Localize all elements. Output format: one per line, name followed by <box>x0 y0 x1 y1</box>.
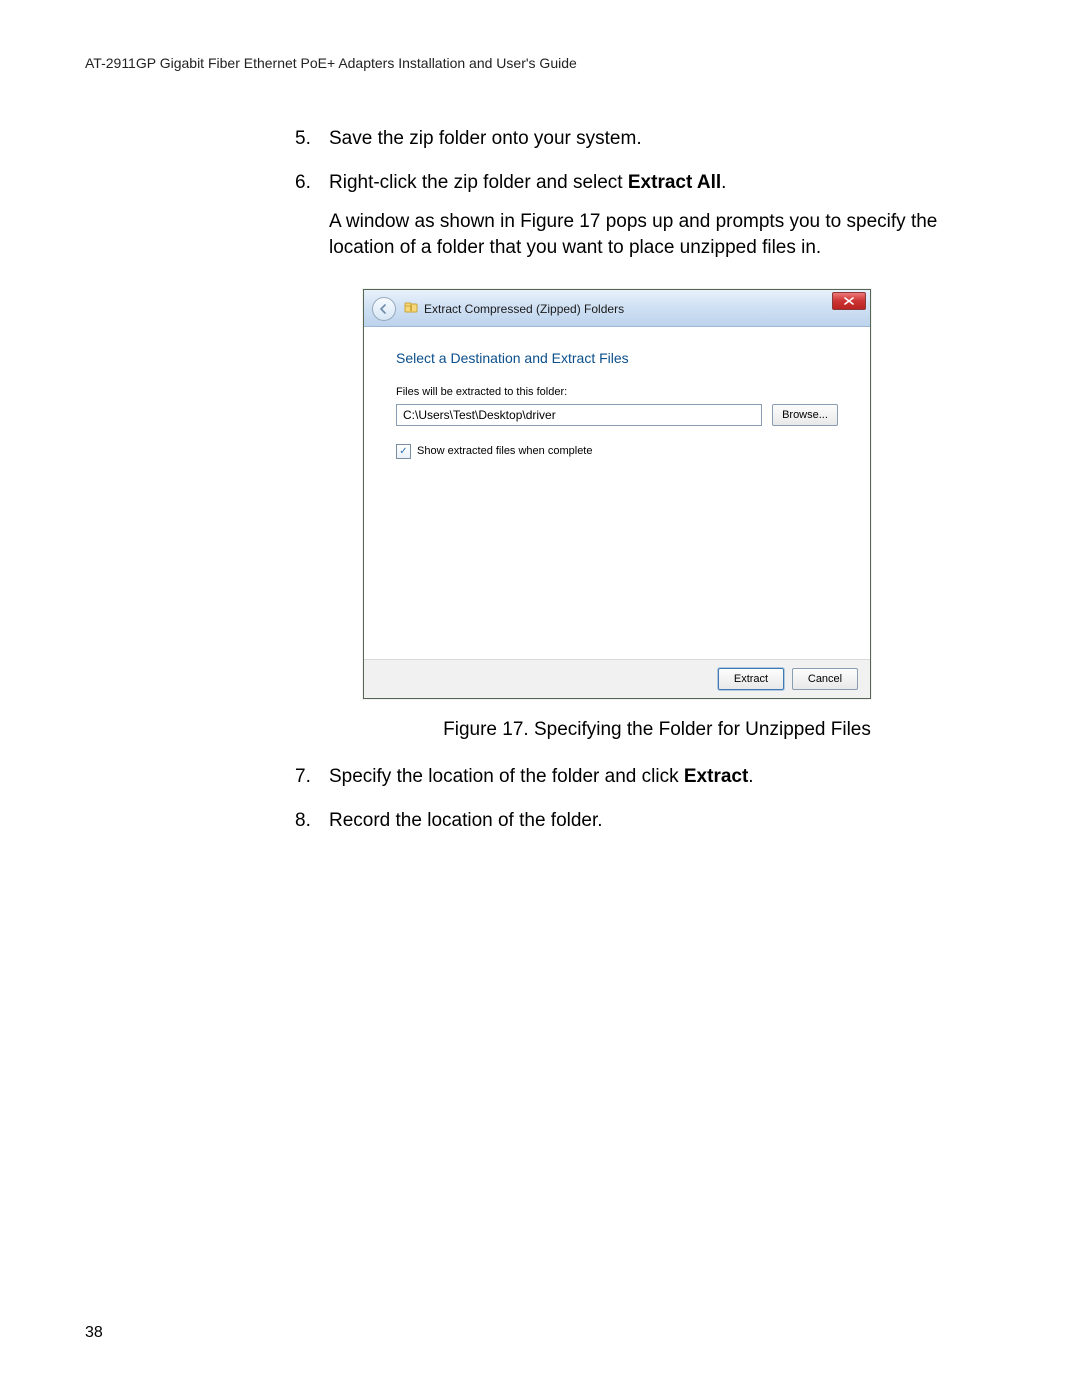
folder-zip-icon <box>404 300 418 314</box>
step-text: Right-click the zip folder and select Ex… <box>329 172 726 193</box>
step-8: 8. Record the location of the folder. <box>295 808 985 834</box>
page-content: 5. Save the zip folder onto your system.… <box>295 126 985 833</box>
step-7: 7. Specify the location of the folder an… <box>295 764 985 790</box>
close-button[interactable] <box>832 292 866 310</box>
step-6: 6. Right-click the zip folder and select… <box>295 170 985 743</box>
dialog-heading: Select a Destination and Extract Files <box>396 349 838 368</box>
text-fragment: Specify the location of the folder and c… <box>329 766 684 787</box>
dialog-footer: Extract Cancel <box>364 659 870 698</box>
step-number: 5. <box>295 126 311 152</box>
path-row: Browse... <box>396 404 838 426</box>
destination-path-input[interactable] <box>396 404 762 426</box>
instruction-list: 5. Save the zip folder onto your system.… <box>295 126 985 833</box>
checkbox[interactable]: ✓ <box>396 444 411 459</box>
text-fragment: Right-click the zip folder and select <box>329 172 628 193</box>
dialog-title: Extract Compressed (Zipped) Folders <box>424 301 624 317</box>
step-number: 8. <box>295 808 311 834</box>
back-button[interactable] <box>372 297 396 321</box>
bold-text: Extract All <box>628 172 721 193</box>
step-paragraph: A window as shown in Figure 17 pops up a… <box>329 209 985 260</box>
extract-dialog: Extract Compressed (Zipped) Folders Sele… <box>363 289 871 699</box>
text-fragment: . <box>748 766 753 787</box>
step-5: 5. Save the zip folder onto your system. <box>295 126 985 152</box>
field-label: Files will be extracted to this folder: <box>396 385 838 400</box>
checkbox-label: Show extracted files when complete <box>417 444 592 459</box>
page-header: AT-2911GP Gigabit Fiber Ethernet PoE+ Ad… <box>85 55 995 71</box>
step-text: Save the zip folder onto your system. <box>329 128 642 149</box>
document-page: AT-2911GP Gigabit Fiber Ethernet PoE+ Ad… <box>0 0 1080 1397</box>
figure-17: Extract Compressed (Zipped) Folders Sele… <box>363 289 985 743</box>
browse-button[interactable]: Browse... <box>772 404 838 426</box>
cancel-button[interactable]: Cancel <box>792 668 858 690</box>
extract-button[interactable]: Extract <box>718 668 784 690</box>
close-icon <box>844 297 854 305</box>
step-text: Record the location of the folder. <box>329 810 603 831</box>
dialog-titlebar: Extract Compressed (Zipped) Folders <box>364 290 870 327</box>
page-number: 38 <box>85 1324 103 1342</box>
arrow-left-icon <box>379 304 389 314</box>
step-number: 6. <box>295 170 311 196</box>
step-text: Specify the location of the folder and c… <box>329 766 754 787</box>
figure-caption: Figure 17. Specifying the Folder for Unz… <box>329 717 985 743</box>
show-files-option: ✓ Show extracted files when complete <box>396 444 838 459</box>
step-number: 7. <box>295 764 311 790</box>
dialog-body: Select a Destination and Extract Files F… <box>364 327 870 659</box>
bold-text: Extract <box>684 766 748 787</box>
text-fragment: . <box>721 172 726 193</box>
